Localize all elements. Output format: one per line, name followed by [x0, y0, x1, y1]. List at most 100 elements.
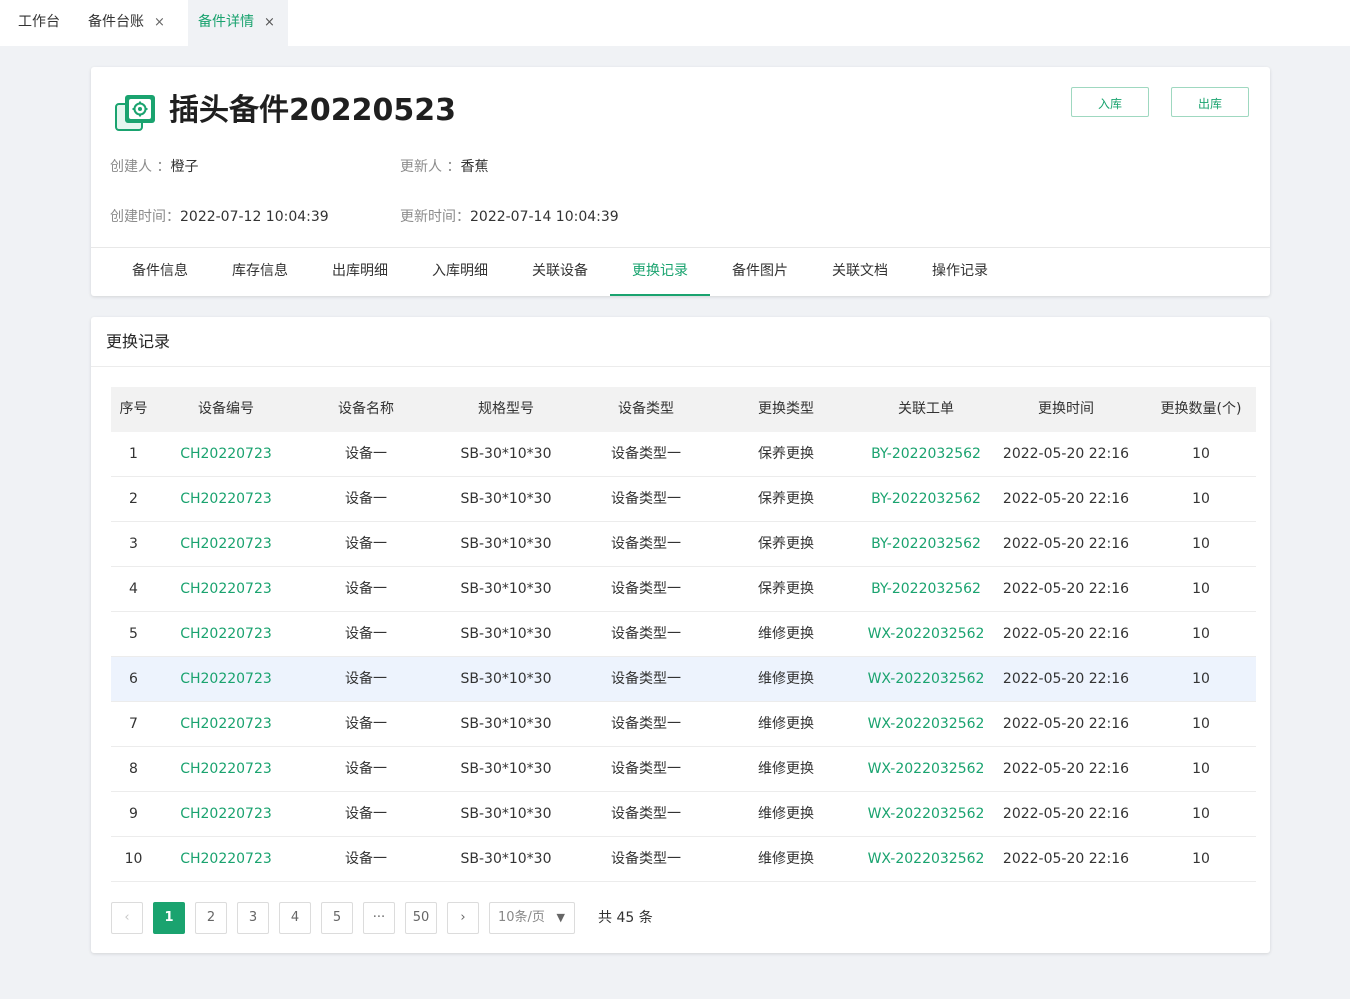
page-button-4[interactable]: 4 [279, 902, 311, 934]
table-cell: SB-30*10*30 [460, 536, 552, 552]
next-page-button[interactable]: › [447, 902, 479, 934]
tab-spare-images[interactable]: 备件图片 [710, 248, 810, 296]
updated-time-value: 2022-07-14 10:04:39 [470, 209, 619, 225]
tab-operation-log[interactable]: 操作记录 [910, 248, 1010, 296]
device-code-link[interactable]: CH20220723 [156, 567, 296, 612]
column-header-replace-type: 更换类型 [758, 401, 814, 417]
outbound-button[interactable]: 出库 [1171, 87, 1249, 117]
table-row[interactable]: 3 CH20220723 设备一 SB-30*10*30 设备类型一 保养更换 BY-202… [111, 522, 1256, 567]
tab-replace-records[interactable]: 更换记录 [610, 248, 710, 296]
table-row[interactable]: 4 CH20220723 设备一 SB-30*10*30 设备类型一 保养更换 BY-202… [111, 567, 1256, 612]
device-code-link[interactable]: CH20220723 [156, 702, 296, 747]
table-cell: 2022-05-20 22:16 [1002, 491, 1130, 507]
page-button-5[interactable]: 5 [321, 902, 353, 934]
table-row[interactable]: 1 CH20220723 设备一 SB-30*10*30 设备类型一 保养更换 BY-202… [111, 432, 1256, 477]
spare-part-gear-icon [115, 93, 157, 131]
section-divider [91, 366, 1270, 367]
work-order-link[interactable]: WX-2022032562 [856, 792, 996, 837]
tab-outbound-detail[interactable]: 出库明细 [310, 248, 410, 296]
table-cell: 2022-05-20 22:16 [1002, 536, 1130, 552]
created-time-field: 创建时间：2022-07-12 10:04:39 [110, 207, 329, 227]
work-order-link[interactable]: BY-2022032562 [856, 522, 996, 567]
device-code-link[interactable]: CH20220723 [156, 747, 296, 792]
table-cell: 设备类型一 [611, 761, 681, 777]
table-cell: 2 [129, 491, 138, 507]
page-button-3[interactable]: 3 [237, 902, 269, 934]
top-tab-spare-detail[interactable]: 备件详情 × [188, 0, 288, 46]
table-row[interactable]: 10 CH20220723 设备一 SB-30*10*30 设备类型一 维修更换 WX-20… [111, 837, 1256, 882]
inbound-button[interactable]: 入库 [1071, 87, 1149, 117]
table-cell: 设备一 [345, 671, 387, 687]
device-code-link[interactable]: CH20220723 [156, 837, 296, 882]
created-time-label: 创建时间： [110, 209, 180, 225]
top-tab-spare-ledger[interactable]: 备件台账 × [78, 0, 188, 46]
table-cell: 保养更换 [758, 491, 814, 507]
spare-part-header-card: 插头备件20220523 入库 出库 创建人 ：橙子 更新人 ：香蕉 创建时间：… [91, 67, 1270, 296]
table-cell: 8 [129, 761, 138, 777]
pagination: ‹ 1 2 3 4 5 ··· 50 › 10条/页 ▼ 共 45 条 [111, 902, 811, 934]
work-order-link[interactable]: BY-2022032562 [856, 477, 996, 522]
table-row[interactable]: 9 CH20220723 设备一 SB-30*10*30 设备类型一 维修更换 WX-202… [111, 792, 1256, 837]
table-cell: 维修更换 [758, 851, 814, 867]
table-cell: SB-30*10*30 [460, 626, 552, 642]
device-code-link[interactable]: CH20220723 [156, 432, 296, 477]
creator-label: 创建人 ： [110, 159, 171, 175]
table-cell: 设备类型一 [611, 626, 681, 642]
table-row[interactable]: 5 CH20220723 设备一 SB-30*10*30 设备类型一 维修更换 WX-202… [111, 612, 1256, 657]
table-cell: 2022-05-20 22:16 [1002, 626, 1130, 642]
device-code-link[interactable]: CH20220723 [156, 792, 296, 837]
tab-inbound-detail[interactable]: 入库明细 [410, 248, 510, 296]
table-cell: SB-30*10*30 [460, 491, 552, 507]
tab-stock-info[interactable]: 库存信息 [210, 248, 310, 296]
work-order-link[interactable]: WX-2022032562 [856, 747, 996, 792]
top-tab-bar: 工作台 备件台账 × 备件详情 × [0, 0, 1350, 46]
table-cell: 设备一 [345, 626, 387, 642]
table-cell: SB-30*10*30 [460, 761, 552, 777]
table-cell: 10 [1192, 671, 1210, 687]
page-ellipsis-button[interactable]: ··· [363, 902, 395, 934]
table-cell: 设备一 [345, 491, 387, 507]
work-order-link[interactable]: BY-2022032562 [856, 567, 996, 612]
tab-spare-info[interactable]: 备件信息 [110, 248, 210, 296]
device-code-link[interactable]: CH20220723 [156, 657, 296, 702]
column-header-device-name: 设备名称 [338, 401, 394, 417]
work-order-link[interactable]: WX-2022032562 [856, 702, 996, 747]
work-order-link[interactable]: WX-2022032562 [856, 612, 996, 657]
page-button-2[interactable]: 2 [195, 902, 227, 934]
device-code-link[interactable]: CH20220723 [156, 522, 296, 567]
top-tab-label: 备件台账 [88, 14, 144, 30]
close-icon[interactable]: × [264, 15, 275, 30]
table-cell: 设备类型一 [611, 806, 681, 822]
table-row[interactable]: 2 CH20220723 设备一 SB-30*10*30 设备类型一 保养更换 BY-202… [111, 477, 1256, 522]
page-size-select[interactable]: 10条/页 ▼ [489, 902, 575, 934]
top-tab-label: 备件详情 [198, 14, 254, 30]
close-icon[interactable]: × [154, 15, 165, 30]
tab-linked-docs[interactable]: 关联文档 [810, 248, 910, 296]
table-cell: 设备一 [345, 716, 387, 732]
device-code-link[interactable]: CH20220723 [156, 612, 296, 657]
page-button-1[interactable]: 1 [153, 902, 185, 934]
work-order-link[interactable]: WX-2022032562 [856, 657, 996, 702]
table-cell: 10 [1192, 581, 1210, 597]
creator-value: 橙子 [170, 159, 199, 175]
tab-linked-devices[interactable]: 关联设备 [510, 248, 610, 296]
device-code-link[interactable]: CH20220723 [156, 477, 296, 522]
page-button-last[interactable]: 50 [405, 902, 437, 934]
table-row[interactable]: 8 CH20220723 设备一 SB-30*10*30 设备类型一 维修更换 WX-202… [111, 747, 1256, 792]
table-row[interactable]: 7 CH20220723 设备一 SB-30*10*30 设备类型一 维修更换 WX-202… [111, 702, 1256, 747]
creator-field: 创建人 ：橙子 [110, 157, 198, 177]
work-order-link[interactable]: WX-2022032562 [856, 837, 996, 882]
table-cell: 设备一 [345, 761, 387, 777]
updated-time-field: 更新时间：2022-07-14 10:04:39 [400, 207, 619, 227]
top-tab-workbench[interactable]: 工作台 [0, 0, 78, 46]
table-cell: 维修更换 [758, 626, 814, 642]
table-row[interactable]: 6 CH20220723 设备一 SB-30*10*30 设备类型一 维修更换 WX-202… [111, 657, 1256, 702]
table-cell: SB-30*10*30 [460, 806, 552, 822]
table-cell: 2022-05-20 22:16 [1002, 761, 1130, 777]
work-order-link[interactable]: BY-2022032562 [856, 432, 996, 477]
table-header: 序号 设备编号 设备名称 规格型号 设备类型 更换类型 关联工单 更换时间 更换数量(个) [111, 387, 1256, 432]
prev-page-button[interactable]: ‹ [111, 902, 143, 934]
section-title: 更换记录 [106, 332, 171, 351]
table-cell: 设备类型一 [611, 536, 681, 552]
table-cell: 10 [1192, 446, 1210, 462]
